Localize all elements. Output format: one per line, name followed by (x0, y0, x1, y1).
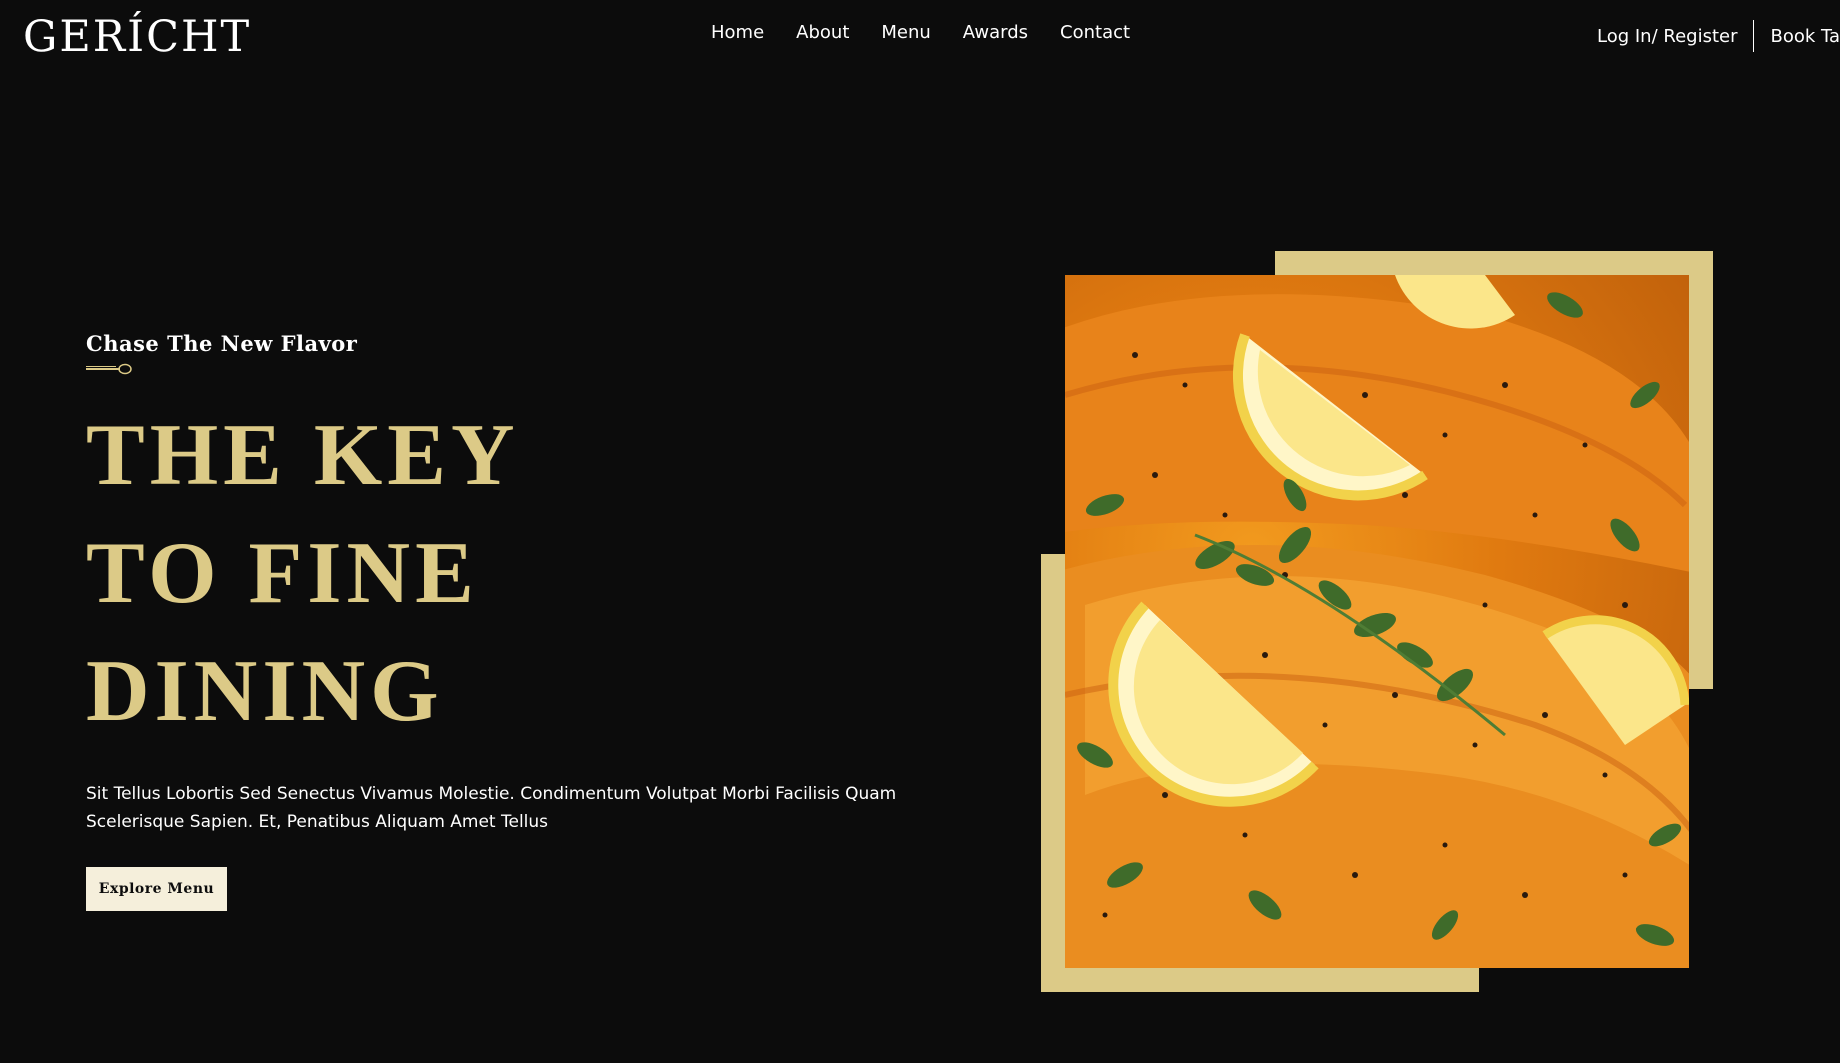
nav-about-link[interactable]: About (796, 22, 849, 43)
nav-divider (1753, 20, 1755, 52)
hero-subtitle: Chase The New Flavor (86, 331, 358, 356)
main-nav: Home About Menu Awards Contact (711, 22, 1130, 43)
nav-actions: Log In/ Register Book Table (1597, 20, 1840, 52)
brand-logo[interactable]: GERÍCHT (23, 12, 251, 62)
login-register-link[interactable]: Log In/ Register (1597, 26, 1737, 47)
hero-headline: THE KEY TO FINE DINING (86, 397, 520, 751)
description-line-2: Scelerisque Sapien. Et, Penatibus Aliqua… (86, 812, 549, 832)
nav-home-link[interactable]: Home (711, 22, 764, 43)
food-illustration (1065, 275, 1689, 968)
hero-description: Sit Tellus Lobortis Sed Senectus Vivamus… (86, 780, 897, 836)
headline-line-2: TO FINE (86, 525, 479, 622)
nav-awards-link[interactable]: Awards (963, 22, 1028, 43)
salmon-lemon-herbs-image (1065, 275, 1689, 968)
book-table-link[interactable]: Book Table (1770, 26, 1840, 47)
nav-contact-link[interactable]: Contact (1060, 22, 1130, 43)
spoon-icon (86, 363, 132, 375)
landing-page: GERÍCHT Home About Menu Awards Contact L… (0, 0, 1840, 1063)
headline-line-1: THE KEY (86, 407, 520, 504)
nav-menu-link[interactable]: Menu (881, 22, 930, 43)
headline-line-3: DINING (86, 643, 444, 740)
explore-menu-button[interactable]: Explore Menu (86, 867, 227, 911)
description-line-1: Sit Tellus Lobortis Sed Senectus Vivamus… (86, 784, 897, 804)
